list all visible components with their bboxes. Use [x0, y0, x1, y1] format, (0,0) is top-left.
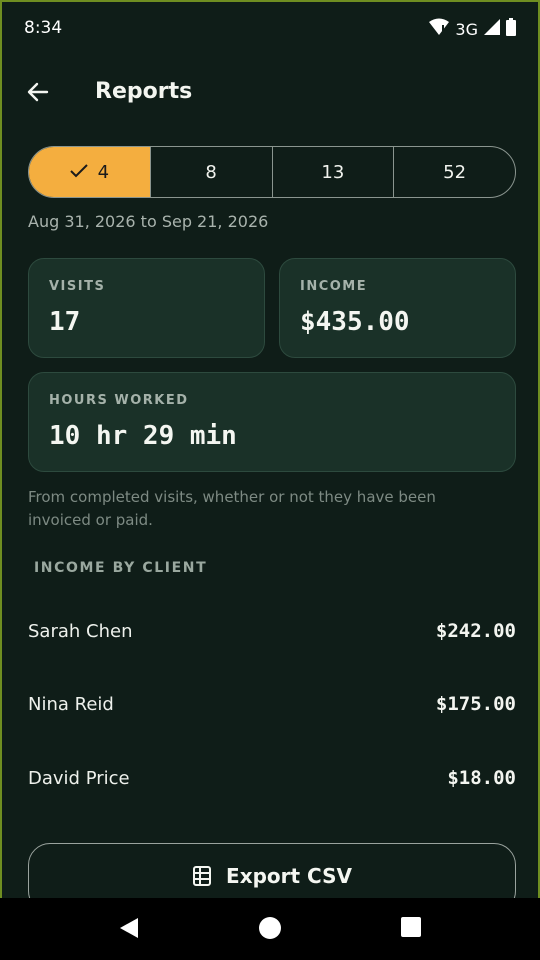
export-csv-button[interactable]: Export CSV — [28, 843, 516, 898]
period-option-4[interactable]: 4 — [29, 147, 150, 197]
client-row: David Price $18.00 — [28, 758, 516, 798]
status-bar: 8:34 3G — [2, 2, 538, 58]
period-option-13[interactable]: 13 — [271, 147, 394, 197]
visits-card: VISITS 17 — [28, 258, 265, 358]
nav-back-button[interactable] — [118, 916, 140, 944]
income-by-client-header: INCOME BY CLIENT — [34, 560, 208, 576]
arrow-left-icon — [26, 80, 50, 108]
date-range: Aug 31, 2026 to Sep 21, 2026 — [28, 212, 269, 231]
hours-label: HOURS WORKED — [49, 393, 189, 408]
system-nav-bar — [0, 898, 540, 960]
client-row: Sarah Chen $242.00 — [28, 611, 516, 651]
period-option-label: 13 — [321, 161, 345, 183]
client-amount: $175.00 — [435, 693, 516, 715]
period-option-label: 52 — [443, 161, 467, 183]
back-button[interactable] — [20, 76, 56, 112]
status-time: 8:34 — [24, 18, 63, 38]
hours-card: HOURS WORKED 10 hr 29 min — [28, 372, 516, 472]
period-option-52[interactable]: 52 — [393, 147, 515, 197]
footnote: From completed visits, whether or not th… — [28, 488, 436, 529]
reports-screen: 8:34 3G Reports 4 8 13 52 Aug 31, 2026 t… — [0, 0, 540, 898]
client-name: Sarah Chen — [28, 620, 133, 642]
visits-value: 17 — [49, 307, 81, 337]
battery-icon — [506, 18, 516, 40]
check-icon — [69, 162, 88, 183]
client-name: David Price — [28, 767, 130, 789]
client-amount: $242.00 — [435, 620, 516, 642]
spreadsheet-icon — [192, 864, 214, 898]
export-csv-label: Export CSV — [226, 864, 352, 888]
client-amount: $18.00 — [447, 767, 516, 789]
period-option-label: 8 — [205, 161, 217, 183]
status-icons: 3G — [429, 18, 516, 40]
triangle-back-icon — [118, 918, 140, 944]
period-option-8[interactable]: 8 — [149, 147, 272, 197]
income-value: $435.00 — [300, 307, 410, 337]
network-type: 3G — [455, 19, 478, 39]
period-option-label: 4 — [97, 161, 110, 183]
app-bar: Reports — [2, 66, 538, 122]
nav-recents-button[interactable] — [400, 916, 422, 942]
client-row: Nina Reid $175.00 — [28, 684, 516, 724]
signal-icon — [484, 19, 500, 39]
wifi-icon — [429, 18, 450, 40]
circle-home-icon — [258, 917, 282, 944]
income-card: INCOME $435.00 — [279, 258, 516, 358]
square-recents-icon — [400, 917, 422, 942]
client-name: Nina Reid — [28, 693, 114, 715]
income-label: INCOME — [300, 279, 368, 294]
period-selector: 4 8 13 52 — [28, 146, 516, 198]
hours-value: 10 hr 29 min — [49, 421, 237, 451]
nav-home-button[interactable] — [258, 916, 282, 944]
visits-label: VISITS — [49, 279, 106, 294]
page-title: Reports — [95, 79, 193, 104]
